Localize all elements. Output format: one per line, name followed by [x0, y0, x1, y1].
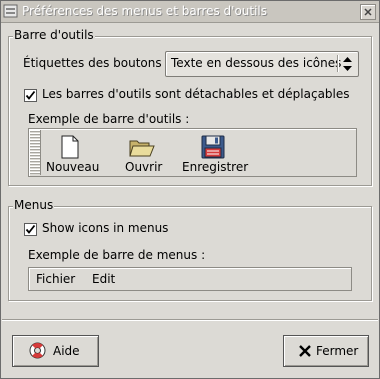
window-title: Préférences des menus et barres d'outils	[22, 4, 268, 18]
toolbar-save-button[interactable]: Enregistrer	[179, 133, 249, 174]
button-labels-value: Texte en dessous des icônes	[171, 56, 342, 70]
close-x-icon	[299, 345, 311, 360]
help-button-label: Aide	[53, 344, 80, 358]
toolbar-open-label: Ouvrir	[125, 160, 163, 174]
detachable-checkbox-label[interactable]: Les barres d'outils sont détachables et …	[42, 87, 350, 101]
toolbar-new-label: Nouveau	[46, 160, 100, 174]
button-area-separator	[2, 319, 378, 321]
toolbar-open-button[interactable]: Ouvrir	[119, 133, 163, 174]
help-button[interactable]: Aide	[12, 335, 99, 367]
toolbar-new-button[interactable]: Nouveau	[43, 133, 100, 174]
menus-section-header: Menus	[13, 198, 55, 212]
menu-item-edit[interactable]: Edit	[92, 272, 115, 286]
close-button-label: Fermer	[316, 344, 359, 358]
example-menubar: Fichier Edit	[28, 267, 352, 291]
toolbar-section-header: Barre d'outils	[13, 28, 95, 42]
checkmark-icon	[25, 90, 36, 100]
save-floppy-icon	[201, 135, 225, 162]
window-close-icon[interactable]	[360, 4, 376, 20]
button-labels-label: Étiquettes des boutons :	[23, 56, 170, 70]
show-icons-checkbox-label[interactable]: Show icons in menus	[42, 221, 168, 235]
show-icons-checkbox[interactable]	[24, 223, 37, 236]
title-bar[interactable]: Préférences des menus et barres d'outils	[1, 1, 379, 23]
detachable-checkbox[interactable]	[24, 89, 37, 102]
window-menu-icon[interactable]	[3, 4, 19, 19]
close-button[interactable]: Fermer	[283, 335, 369, 367]
preferences-dialog: Préférences des menus et barres d'outils…	[0, 0, 380, 379]
button-labels-combo[interactable]: Texte en dessous des icônes	[165, 51, 359, 77]
new-document-icon	[60, 135, 80, 162]
combo-separator	[337, 55, 339, 72]
menubar-example-label: Exemple de barre de menus :	[28, 248, 206, 262]
open-folder-icon	[129, 138, 155, 161]
checkmark-icon	[25, 224, 36, 234]
toolbar-save-label: Enregistrer	[182, 160, 249, 174]
menu-item-fichier[interactable]: Fichier	[36, 272, 75, 286]
help-lifebuoy-icon	[29, 342, 46, 362]
example-toolbar: Nouveau Ouvrir Enregistrer	[28, 128, 357, 177]
toolbar-drag-handle[interactable]	[30, 130, 41, 175]
toolbar-example-label: Exemple de barre d'outils :	[28, 112, 190, 126]
combo-arrows-icon	[342, 55, 353, 73]
